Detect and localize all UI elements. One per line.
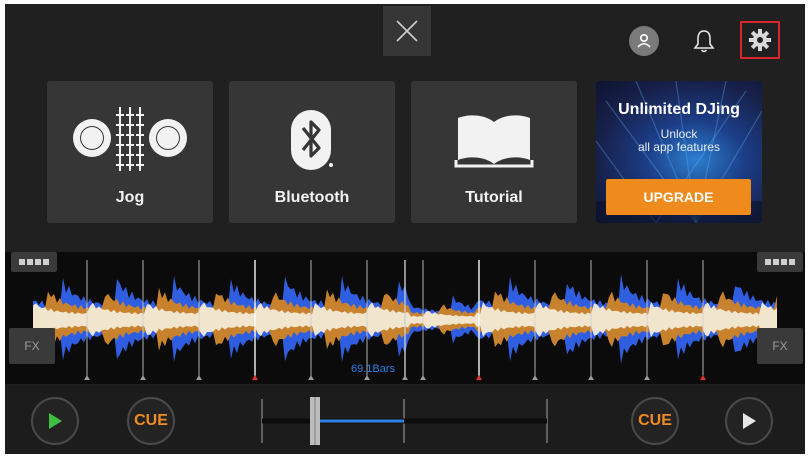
deck-a-cue-button[interactable]: CUE <box>127 397 175 445</box>
beat-marker <box>644 375 650 380</box>
cue-marker <box>700 375 706 380</box>
beat-marker <box>364 375 370 380</box>
beat-marker <box>588 375 594 380</box>
beat-marker <box>84 375 90 380</box>
promo-title: Unlimited DJing <box>618 101 740 118</box>
dj-app-screen: Jog Bluetooth Tutorial Unlimited DJing U… <box>5 4 805 454</box>
crossfader[interactable] <box>260 393 550 449</box>
fx-left-button[interactable]: FX <box>9 328 55 364</box>
deck-b-cue-button[interactable]: CUE <box>631 397 679 445</box>
jog-tile[interactable]: Jog <box>47 81 213 223</box>
upgrade-button[interactable]: UPGRADE <box>606 179 751 215</box>
gear-icon <box>749 29 771 51</box>
notifications-button[interactable] <box>689 24 719 58</box>
close-icon <box>396 20 418 42</box>
transport-bar: CUE CUE <box>5 385 805 454</box>
beat-marker <box>402 375 408 380</box>
settings-button[interactable] <box>740 21 780 59</box>
close-button[interactable] <box>383 6 431 56</box>
bluetooth-icon <box>291 110 333 170</box>
waveform-display[interactable]: FX FX 69.1Bars <box>5 252 805 384</box>
book-icon <box>454 115 534 168</box>
tutorial-tile[interactable]: Tutorial <box>411 81 577 223</box>
deck-a-play-button[interactable] <box>31 397 79 445</box>
bell-icon <box>693 30 715 53</box>
fx-right-button[interactable]: FX <box>757 328 803 364</box>
account-button[interactable] <box>629 26 659 56</box>
jog-label: Jog <box>115 189 145 206</box>
beat-marker <box>532 375 538 380</box>
upgrade-promo-card[interactable]: Unlimited DJing Unlock all app features … <box>596 81 762 223</box>
jog-icon <box>73 107 187 171</box>
bluetooth-tile[interactable]: Bluetooth <box>229 81 395 223</box>
play-icon <box>49 413 62 429</box>
tutorial-label: Tutorial <box>465 189 523 206</box>
bluetooth-label: Bluetooth <box>274 189 350 206</box>
deck-b-play-button[interactable] <box>725 397 773 445</box>
bars-readout: 69.1Bars <box>351 363 396 375</box>
promo-subtitle: Unlock all app features <box>596 128 762 154</box>
account-icon <box>637 33 651 48</box>
cue-label: CUE <box>638 412 672 429</box>
cue-label: CUE <box>134 412 168 429</box>
deck-a-grid-button[interactable] <box>11 252 57 272</box>
beat-marker <box>308 375 314 380</box>
promo-subtitle-line2: all app features <box>637 140 721 154</box>
waveform-canvas <box>33 260 777 380</box>
deck-b-grid-button[interactable] <box>757 252 803 272</box>
beat-marker <box>140 375 146 380</box>
beat-marker <box>196 375 202 380</box>
cue-marker <box>476 375 482 380</box>
cue-marker <box>252 375 258 380</box>
beat-marker <box>420 375 426 380</box>
play-icon <box>743 413 756 429</box>
